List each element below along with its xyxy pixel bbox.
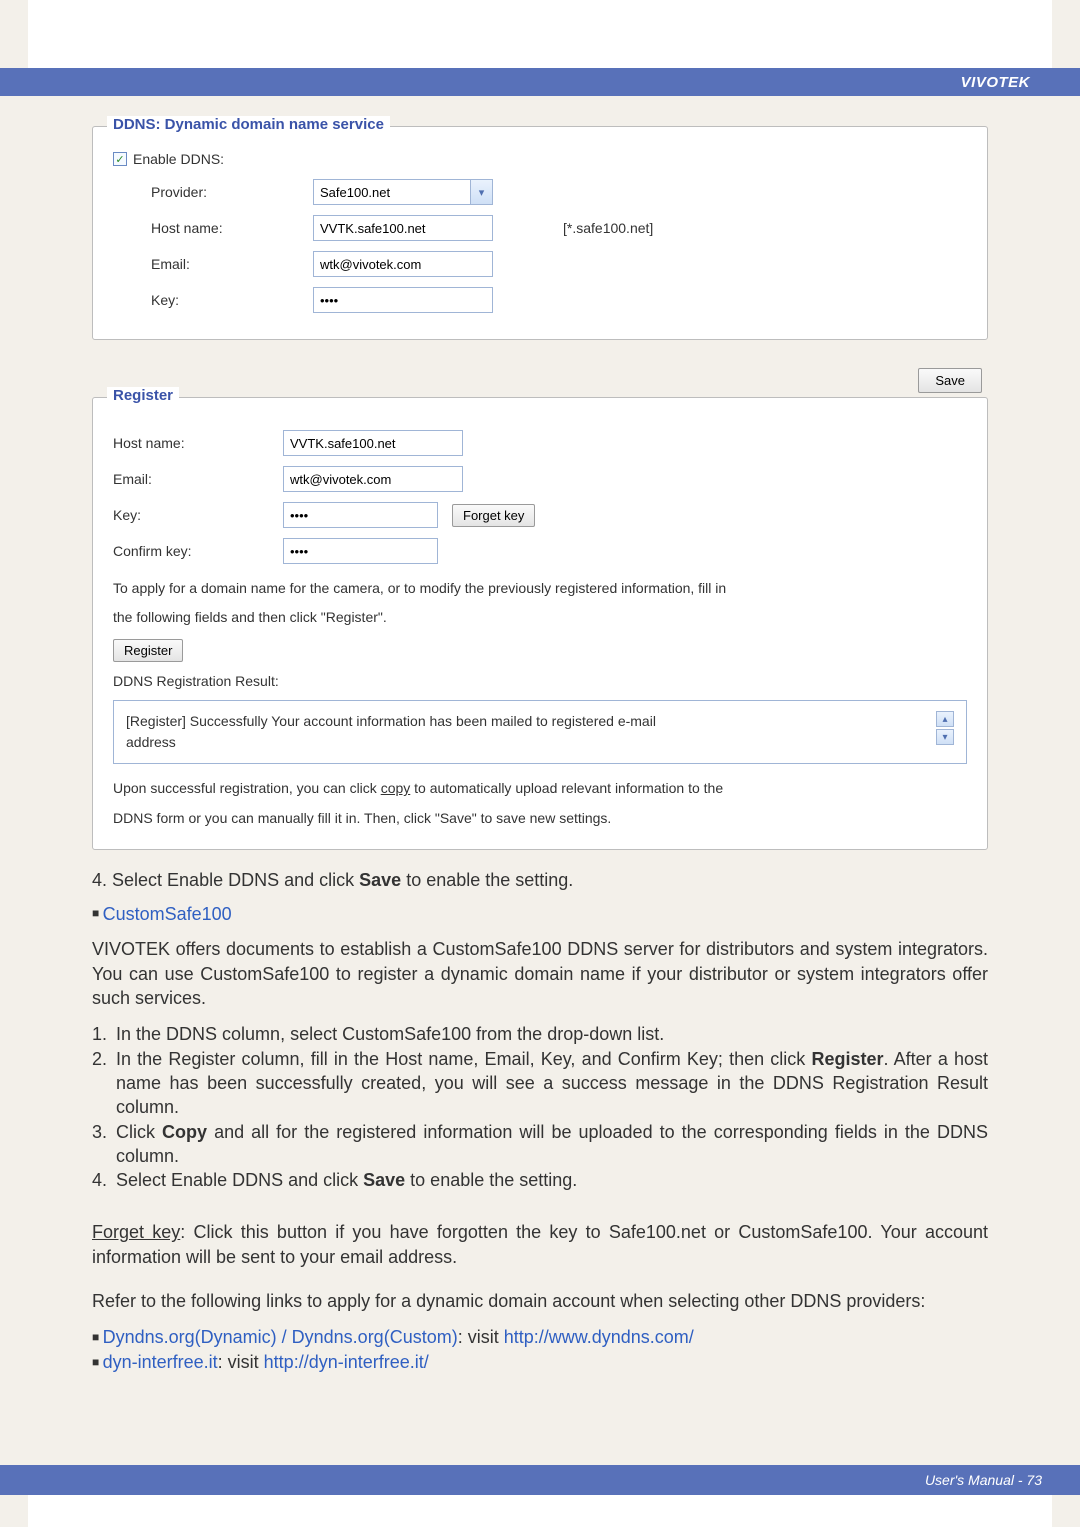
key-input[interactable] [313, 287, 493, 313]
forget-key-button[interactable]: Forget key [452, 504, 535, 527]
reg-result-text: [Register] Successfully Your account inf… [126, 711, 686, 753]
reg-email-label: Email: [113, 471, 283, 487]
scrollbar[interactable]: ▴ ▾ [936, 711, 954, 745]
reg-email-row: Email: [113, 466, 967, 492]
refer-para: Refer to the following links to apply fo… [92, 1289, 988, 1313]
square-bullet-icon: ■ [92, 906, 103, 920]
customsafe-heading-row: ■ CustomSafe100 [92, 904, 988, 925]
provider-interfree: dyn-interfree.it: visit http://dyn-inter… [92, 1350, 988, 1374]
step-4: 4.Select Enable DDNS and click Save to e… [92, 1168, 988, 1192]
reg-hostname-input[interactable] [283, 430, 463, 456]
email-label: Email: [113, 256, 313, 272]
hostname-label: Host name: [113, 220, 313, 236]
enable-ddns-checkbox[interactable]: ✓ [113, 152, 127, 166]
ddns-panel: DDNS: Dynamic domain name service ✓ Enab… [92, 126, 988, 340]
reg-note2: the following fields and then click "Reg… [113, 603, 967, 632]
footer-band: User's Manual - 73 [0, 1465, 1080, 1495]
step4-top: 4. Select Enable DDNS and click Save to … [92, 868, 988, 892]
dyndns-link[interactable]: http://www.dyndns.com/ [504, 1327, 694, 1347]
reg-key-input[interactable] [283, 502, 438, 528]
upon-1a: Upon successful registration, you can cl… [113, 780, 381, 796]
upon-line2: DDNS form or you can manually fill it in… [113, 804, 967, 833]
customsafe-heading: CustomSafe100 [103, 904, 232, 924]
email-row: Email: [113, 251, 967, 277]
scroll-up-icon[interactable]: ▴ [936, 711, 954, 727]
key-label: Key: [113, 292, 313, 308]
content: DDNS: Dynamic domain name service ✓ Enab… [0, 126, 1080, 1374]
provider-links: Dyndns.org(Dynamic) / Dyndns.org(Custom)… [92, 1325, 988, 1374]
reg-confirm-row: Confirm key: [113, 538, 967, 564]
page-top-margin [28, 0, 1052, 68]
reg-key-row: Key: Forget key [113, 502, 967, 528]
upon-line1: Upon successful registration, you can cl… [113, 774, 967, 803]
step-2: 2.In the Register column, fill in the Ho… [92, 1047, 988, 1120]
reg-key-label: Key: [113, 507, 283, 523]
reg-email-input[interactable] [283, 466, 463, 492]
reg-confirm-input[interactable] [283, 538, 438, 564]
upon-1b: to automatically upload relevant informa… [410, 780, 723, 796]
page-bottom-margin [28, 1495, 1052, 1527]
provider-value: Safe100.net [320, 185, 390, 200]
reg-confirm-label: Confirm key: [113, 543, 283, 559]
email-input[interactable] [313, 251, 493, 277]
hostname-suffix: [*.safe100.net] [563, 220, 653, 236]
reg-result-box: [Register] Successfully Your account inf… [113, 700, 967, 764]
reg-note1: To apply for a domain name for the camer… [113, 574, 967, 603]
key-row: Key: [113, 287, 967, 313]
forget-key-head: Forget key [92, 1222, 180, 1242]
footer-text: User's Manual - 73 [925, 1472, 1042, 1488]
reg-hostname-label: Host name: [113, 435, 283, 451]
scroll-down-icon[interactable]: ▾ [936, 729, 954, 745]
ddns-panel-title: DDNS: Dynamic domain name service [107, 116, 390, 133]
register-button[interactable]: Register [113, 639, 183, 662]
provider-dyndns: Dyndns.org(Dynamic) / Dyndns.org(Custom)… [92, 1325, 988, 1349]
save-row: Save [92, 358, 988, 397]
interfree-link[interactable]: http://dyn-interfree.it/ [264, 1352, 429, 1372]
brand-header: VIVOTEK [0, 68, 1080, 96]
hostname-input[interactable] [313, 215, 493, 241]
register-panel: Register Host name: Email: Key: Forget k… [92, 397, 988, 850]
steps-list: 1.In the DDNS column, select CustomSafe1… [92, 1022, 988, 1192]
step-1: 1.In the DDNS column, select CustomSafe1… [92, 1022, 988, 1046]
reg-result-label: DDNS Registration Result: [113, 668, 967, 695]
provider-label: Provider: [113, 184, 313, 200]
forget-key-para: Forget key: Click this button if you hav… [92, 1220, 988, 1269]
chevron-down-icon: ▾ [470, 180, 492, 204]
hostname-row: Host name: [*.safe100.net] [113, 215, 967, 241]
customsafe-para: VIVOTEK offers documents to establish a … [92, 937, 988, 1010]
step-3: 3.Click Copy and all for the registered … [92, 1120, 988, 1169]
register-panel-title: Register [107, 387, 179, 404]
reg-hostname-row: Host name: [113, 430, 967, 456]
brand-text: VIVOTEK [961, 74, 1030, 91]
provider-row: Provider: Safe100.net ▾ [113, 179, 967, 205]
save-button[interactable]: Save [918, 368, 982, 393]
provider-select[interactable]: Safe100.net ▾ [313, 179, 493, 205]
enable-ddns-label: Enable DDNS: [133, 151, 224, 167]
copy-link[interactable]: copy [381, 780, 411, 796]
enable-ddns-row: ✓ Enable DDNS: [113, 151, 967, 167]
